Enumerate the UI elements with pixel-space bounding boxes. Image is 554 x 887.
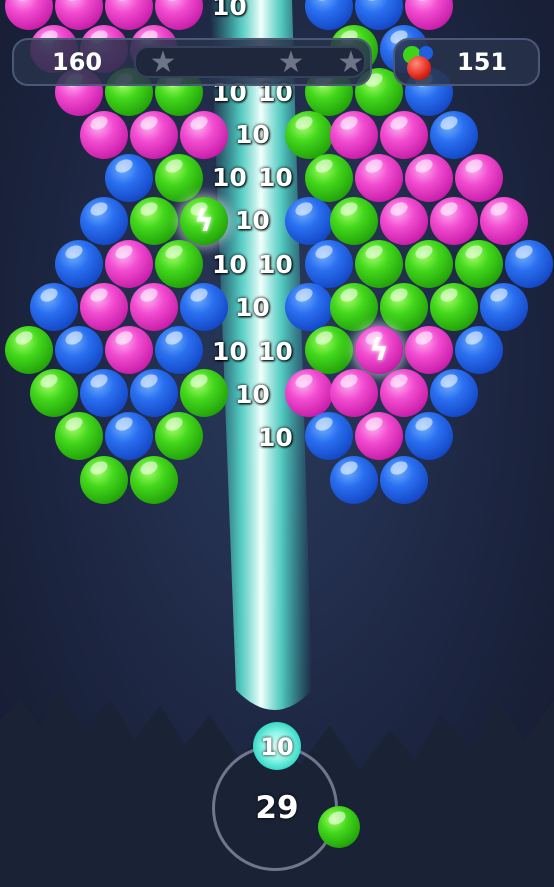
star-icon: ★ xyxy=(337,45,365,80)
blue-bubble xyxy=(180,283,228,331)
pink-bubble xyxy=(285,369,333,417)
green-bubble xyxy=(30,369,78,417)
popup-points: 10 xyxy=(212,250,247,279)
blue-bubble xyxy=(105,154,153,202)
popup-points: 10 xyxy=(258,250,293,279)
green-bubble xyxy=(330,283,378,331)
green-bubble xyxy=(405,240,453,288)
green-bubble xyxy=(5,326,53,374)
popup-points: 10 xyxy=(235,293,270,322)
blue-bubble xyxy=(505,240,553,288)
blue-bubble xyxy=(480,283,528,331)
blue-bubble xyxy=(380,456,428,504)
green-bubble xyxy=(305,154,353,202)
pink-bubble xyxy=(330,369,378,417)
blue-bubble xyxy=(80,197,128,245)
green-bubble xyxy=(180,369,228,417)
shots-remaining: 29 xyxy=(255,790,299,826)
green-bubble xyxy=(305,326,353,374)
lightning-bubble: ϟ xyxy=(180,197,228,245)
pink-bubble xyxy=(80,111,128,159)
green-bubble xyxy=(155,412,203,460)
star-progress-bar: ★ ★ ★ xyxy=(134,46,366,78)
blue-bubble xyxy=(130,369,178,417)
pink-bubble xyxy=(130,111,178,159)
blue-bubble xyxy=(285,283,333,331)
pink-bubble xyxy=(380,111,428,159)
bubbles-remaining-count: 151 xyxy=(457,48,508,76)
green-bubble xyxy=(55,412,103,460)
pink-bubble xyxy=(430,197,478,245)
green-bubble xyxy=(80,456,128,504)
blue-bubble xyxy=(430,111,478,159)
pink-bubble xyxy=(80,283,128,331)
pink-bubble xyxy=(105,240,153,288)
green-bubble xyxy=(455,240,503,288)
blue-bubble xyxy=(455,326,503,374)
green-bubble xyxy=(430,283,478,331)
bubbles-icon-red xyxy=(407,56,431,80)
green-bubble xyxy=(330,197,378,245)
pink-bubble xyxy=(455,154,503,202)
star-icon: ★ xyxy=(149,45,177,80)
pink-bubble xyxy=(330,111,378,159)
blue-bubble xyxy=(430,369,478,417)
pink-bubble xyxy=(405,154,453,202)
blue-bubble xyxy=(55,326,103,374)
popup-points: 10 xyxy=(212,337,247,366)
popup-points: 10 xyxy=(212,0,247,21)
green-bubble xyxy=(155,240,203,288)
pink-bubble xyxy=(105,326,153,374)
lightning-icon: ϟ xyxy=(369,332,389,368)
pink-bubble xyxy=(355,154,403,202)
popup-points: 10 xyxy=(258,337,293,366)
score-value: 160 xyxy=(52,48,103,76)
blue-bubble xyxy=(80,369,128,417)
next-bubble[interactable] xyxy=(318,806,360,848)
blue-bubble xyxy=(30,283,78,331)
pink-bubble xyxy=(480,197,528,245)
shooter-points: 10 xyxy=(260,733,294,761)
blue-bubble xyxy=(55,240,103,288)
popup-points: 10 xyxy=(235,120,270,149)
score-bar: 160 ★ ★ ★ xyxy=(12,38,372,86)
pink-bubble xyxy=(130,283,178,331)
green-bubble xyxy=(355,240,403,288)
pink-bubble xyxy=(180,111,228,159)
blue-bubble xyxy=(330,456,378,504)
lightning-bubble: ϟ xyxy=(355,326,403,374)
bubbles-remaining-bar: 151 xyxy=(393,38,540,86)
pink-bubble xyxy=(355,412,403,460)
blue-bubble xyxy=(285,197,333,245)
blue-bubble xyxy=(105,412,153,460)
blue-bubble xyxy=(155,326,203,374)
green-bubble xyxy=(155,154,203,202)
popup-points: 10 xyxy=(235,380,270,409)
popup-points: 10 xyxy=(258,163,293,192)
blue-bubble xyxy=(305,240,353,288)
popup-points: 10 xyxy=(212,163,247,192)
green-bubble xyxy=(285,111,333,159)
blue-bubble xyxy=(305,412,353,460)
blue-bubble xyxy=(405,412,453,460)
popup-points: 10 xyxy=(235,206,270,235)
green-bubble xyxy=(380,283,428,331)
green-bubble xyxy=(130,197,178,245)
popup-points: 10 xyxy=(258,423,293,452)
pink-bubble xyxy=(380,369,428,417)
pink-bubble xyxy=(380,197,428,245)
green-bubble xyxy=(130,456,178,504)
pink-bubble xyxy=(405,326,453,374)
star-icon: ★ xyxy=(277,45,305,80)
lightning-icon: ϟ xyxy=(194,203,214,239)
game-board[interactable]: ϟ ϟ 10 10 10 10 10 10 10 10 10 10 10 10 1… xyxy=(0,0,554,887)
